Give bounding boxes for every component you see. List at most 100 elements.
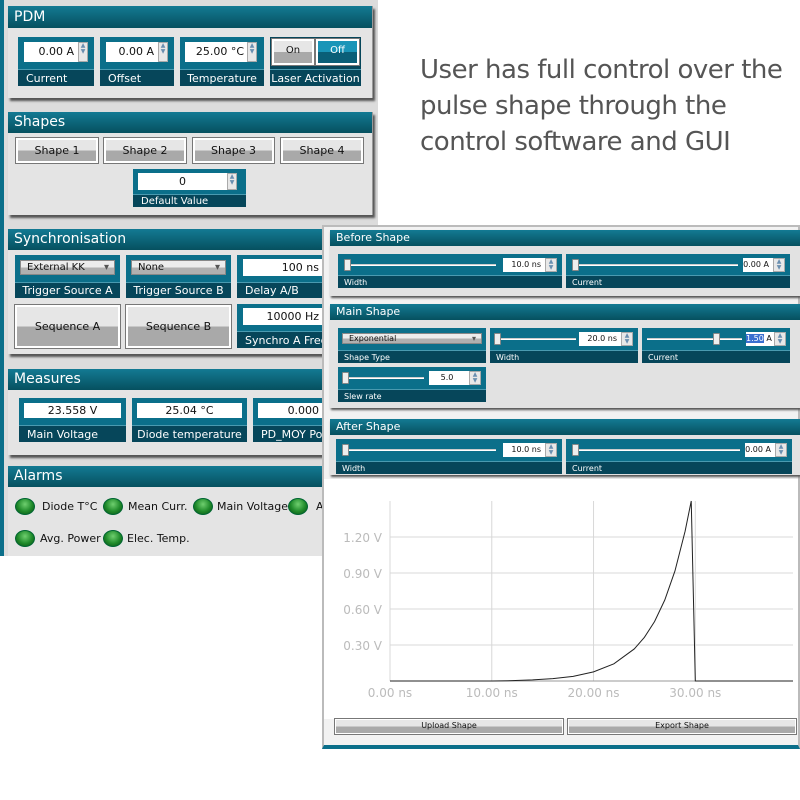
shapes-title: Shapes <box>8 112 372 133</box>
sequence-b-button[interactable]: Sequence B <box>125 304 232 349</box>
before-width-slider[interactable] <box>346 264 496 266</box>
spinner-icon[interactable]: ▲ ▼ <box>158 42 168 62</box>
after-shape-section: After Shape 10.0 ns ▲ ▼ Width 0.00 A ▲ ▼ Cur… <box>330 419 800 475</box>
shape-2-button[interactable]: Shape 2 <box>103 137 187 164</box>
synchronisation-panel: Synchronisation External KK ▾ Trigger Sou… <box>8 229 373 354</box>
temperature-field: 25.00 °C ▲ ▼ Temperature <box>180 37 264 86</box>
x-tick-label: 30.00 ns <box>669 686 721 700</box>
chevron-down-icon: ▾ <box>214 262 220 273</box>
alarm-label: Avg. Power <box>40 532 101 545</box>
trigger-source-a-field: External KK ▾ Trigger Source A <box>15 255 120 298</box>
sequence-a-button[interactable]: Sequence A <box>14 304 121 349</box>
spinner-icon[interactable]: ▲ ▼ <box>545 443 557 457</box>
main-voltage-field: 23.558 V Main Voltage <box>19 398 126 442</box>
spinner-icon[interactable]: ▲ ▼ <box>545 258 557 272</box>
alarm-led-main-voltage <box>193 498 213 515</box>
main-current-slider[interactable] <box>647 338 742 340</box>
shape-type-field: Exponential ▾ Shape Type <box>338 328 486 363</box>
laser-off-button[interactable]: Off <box>315 38 360 66</box>
slider-thumb[interactable] <box>342 372 349 384</box>
shape-3-button[interactable]: Shape 3 <box>192 137 275 164</box>
alarm-label: Mean Curr. <box>128 500 188 513</box>
main-current-input[interactable]: 1.50 A ▲ ▼ <box>746 332 786 346</box>
trigger-source-b-dropdown[interactable]: None ▾ <box>131 260 226 275</box>
slider-thumb[interactable] <box>344 259 351 271</box>
shape-type-dropdown[interactable]: Exponential ▾ <box>342 333 482 344</box>
after-current-slider[interactable] <box>574 449 740 451</box>
synchro-freq-input[interactable]: 10000 Hz <box>243 308 323 325</box>
shape-editor-window: Before Shape 10.0 ns ▲ ▼ Width 0.00 A ▲ ▼ Cu… <box>322 225 800 749</box>
slider-thumb[interactable] <box>572 444 579 456</box>
temperature-input[interactable]: 25.00 °C <box>185 42 247 62</box>
spinner-icon[interactable]: ▲ ▼ <box>775 443 787 457</box>
trigger-source-b-field: None ▾ Trigger Source B <box>126 255 231 298</box>
before-shape-title: Before Shape <box>330 230 800 246</box>
slew-rate-value: 5.0 <box>440 373 454 382</box>
before-current-input[interactable]: 0.00 A ▲ ▼ <box>743 258 785 272</box>
pdm-panel: PDM 0.00 A ▲ ▼ Current 0.00 A ▲ ▼ Offset 2… <box>8 6 373 98</box>
export-shape-button[interactable]: Export Shape <box>567 718 797 735</box>
spinner-icon[interactable]: ▲ ▼ <box>773 258 785 272</box>
alarm-label: Elec. Temp. <box>127 532 190 545</box>
before-width-input[interactable]: 10.0 ns ▲ ▼ <box>503 258 557 272</box>
offset-label: Offset <box>100 69 174 86</box>
laser-on-button[interactable]: On <box>271 38 315 66</box>
default-value-input[interactable]: 0 <box>138 173 227 190</box>
after-current-field: 0.00 A ▲ ▼ Current <box>566 439 792 474</box>
alarms-title: Alarms <box>8 466 372 487</box>
spinner-icon[interactable]: ▲ ▼ <box>247 42 257 62</box>
current-input[interactable]: 0.00 A <box>24 42 78 62</box>
before-width-field: 10.0 ns ▲ ▼ Width <box>338 254 562 288</box>
slider-thumb[interactable] <box>494 333 501 345</box>
slew-rate-input[interactable]: 5.0 ▲ ▼ <box>429 371 481 385</box>
pulse-chart-area: 0.30 V 0.60 V 0.90 V 1.20 V 0.00 ns 10.00 ns 2… <box>324 479 798 719</box>
x-tick-label: 20.00 ns <box>568 686 620 700</box>
after-width-input[interactable]: 10.0 ns ▲ ▼ <box>503 443 557 457</box>
spinner-icon[interactable]: ▲ ▼ <box>78 42 88 62</box>
upload-shape-button[interactable]: Upload Shape <box>334 718 564 735</box>
current-field: 0.00 A ▲ ▼ Current <box>18 37 94 86</box>
spinner-icon[interactable]: ▲ ▼ <box>469 371 481 385</box>
alarm-label: Main Voltage <box>217 500 289 513</box>
slew-rate-field: 5.0 ▲ ▼ Slew rate <box>338 367 486 402</box>
synchronisation-title: Synchronisation <box>8 229 372 250</box>
main-width-value: 20.0 ns <box>587 334 617 343</box>
spinner-icon[interactable]: ▲ ▼ <box>227 173 237 190</box>
spinner-icon[interactable]: ▲ ▼ <box>621 332 633 346</box>
before-current-field: 0.00 A ▲ ▼ Current <box>566 254 790 288</box>
trigger-source-a-label: Trigger Source A <box>15 282 120 298</box>
after-current-value: 0.00 A <box>745 445 771 454</box>
delay-input[interactable]: 100 ns <box>243 259 323 276</box>
offset-input[interactable]: 0.00 A <box>106 42 158 62</box>
main-current-label: Current <box>642 350 790 363</box>
measures-title: Measures <box>8 369 372 390</box>
before-shape-section: Before Shape 10.0 ns ▲ ▼ Width 0.00 A ▲ ▼ Cu… <box>330 230 800 296</box>
trigger-source-a-dropdown[interactable]: External KK ▾ <box>20 260 115 275</box>
y-tick-label: 1.20 V <box>343 531 383 545</box>
after-current-input[interactable]: 0.00 A ▲ ▼ <box>745 443 787 457</box>
main-width-input[interactable]: 20.0 ns ▲ ▼ <box>579 332 633 346</box>
main-shape-section: Main Shape Exponential ▾ Shape Type 20.0 … <box>330 304 800 408</box>
x-tick-label: 0.00 ns <box>368 686 412 700</box>
alarm-label: Diode T°C <box>42 500 98 513</box>
x-tick-label: 10.00 ns <box>466 686 518 700</box>
alarm-led-diode-temp <box>15 498 35 515</box>
slider-thumb[interactable] <box>713 333 720 345</box>
after-width-slider[interactable] <box>344 449 496 451</box>
alarm-led-mean-current <box>103 498 123 515</box>
before-current-slider[interactable] <box>574 264 738 266</box>
after-width-label: Width <box>336 461 562 474</box>
main-width-slider[interactable] <box>496 338 576 340</box>
chevron-down-icon: ▾ <box>471 334 476 343</box>
main-width-label: Width <box>490 350 638 363</box>
trigger-source-b-label: Trigger Source B <box>126 282 231 298</box>
shape-1-button[interactable]: Shape 1 <box>15 137 99 164</box>
before-width-label: Width <box>338 275 562 288</box>
main-current-selected-value: 1.50 <box>746 334 764 343</box>
shape-4-button[interactable]: Shape 4 <box>280 137 364 164</box>
before-width-value: 10.0 ns <box>511 260 541 269</box>
slider-thumb[interactable] <box>572 259 579 271</box>
slider-thumb[interactable] <box>342 444 349 456</box>
spinner-icon[interactable]: ▲ ▼ <box>774 332 786 346</box>
slew-rate-slider[interactable] <box>344 377 424 379</box>
